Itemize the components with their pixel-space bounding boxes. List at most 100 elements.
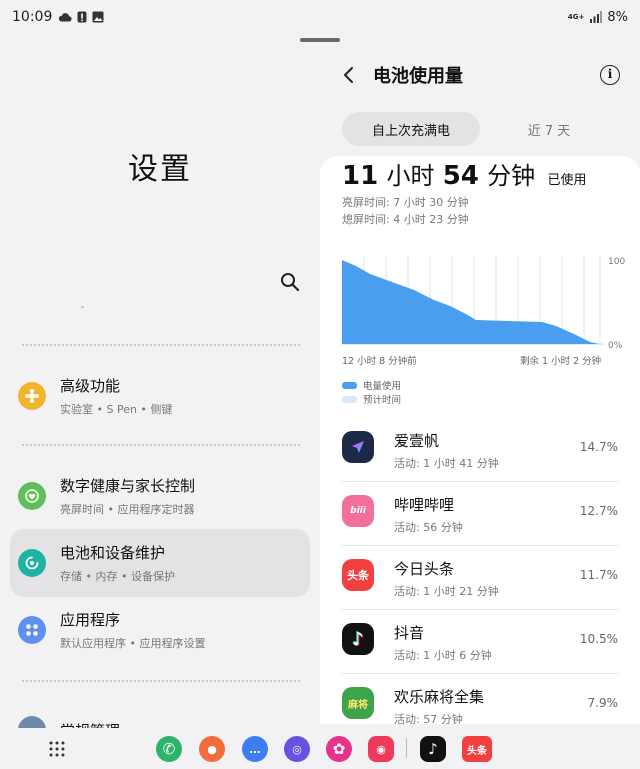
- info-button[interactable]: i: [600, 65, 620, 85]
- status-bar: 10:09 4G+ 8%: [0, 0, 640, 34]
- chart-x-end: 剩余 1 小时 2 分钟: [520, 356, 602, 367]
- legend-used: 电量使用: [342, 378, 401, 392]
- app-percent: 11.7%: [579, 568, 618, 582]
- settings-item-digital-wellbeing[interactable]: 数字健康与家长控制 亮屏时间 • 应用程序定时器: [10, 462, 310, 530]
- battery-used-area: [342, 260, 600, 344]
- back-button[interactable]: [342, 62, 358, 88]
- gallery-icon: [92, 11, 104, 23]
- grid-icon: [49, 741, 65, 757]
- battery-level-chart: 100 0%: [342, 256, 625, 351]
- legend-swatch: [342, 381, 357, 389]
- settings-item-subtitle: 存储 • 内存 • 设备保护: [60, 570, 175, 583]
- contacts-icon[interactable]: ●: [199, 736, 225, 762]
- app-percent: 14.7%: [579, 440, 618, 454]
- app-usage-row[interactable]: 麻将 欢乐麻将全集 活动: 57 分钟 7.9%: [342, 674, 618, 724]
- settings-item-label: 常规管理: [60, 720, 120, 729]
- settings-item-subtitle: 实验室 • S Pen • 侧键: [60, 403, 173, 416]
- app-activity: 活动: 57 分钟: [394, 713, 463, 724]
- tab-last-7-days[interactable]: 近 7 天: [480, 112, 618, 146]
- toutiao-icon[interactable]: 头条: [462, 736, 492, 762]
- settings-item-general-management[interactable]: 常规管理: [10, 696, 310, 728]
- puzzle-gear-icon: [18, 382, 46, 410]
- settings-item-battery-device-care[interactable]: 电池和设备维护 存储 • 内存 • 设备保护: [10, 529, 310, 597]
- app-toutiao-icon: 头条: [342, 559, 374, 591]
- app-name: 哔哩哔哩: [394, 496, 455, 514]
- legend-estimated: 预计时间: [342, 392, 401, 406]
- chart-x-start: 12 小时 8 分钟前: [342, 356, 417, 367]
- usage-minutes-unit: 分钟: [487, 162, 536, 190]
- settings-item-advanced-features[interactable]: 高级功能 实验室 • S Pen • 侧键: [10, 362, 310, 430]
- divider: [22, 444, 300, 446]
- app-activity: 活动: 56 分钟: [394, 521, 463, 534]
- app-name: 抖音: [394, 624, 425, 642]
- wellbeing-heart-icon: [18, 482, 46, 510]
- usage-hours-unit: 小时: [386, 162, 435, 190]
- legend-label: 电量使用: [363, 381, 402, 392]
- phone-icon[interactable]: ✆: [156, 736, 182, 762]
- device-care-icon: [18, 549, 46, 577]
- page-title: 设置: [128, 152, 192, 187]
- period-tabs: 自上次充满电 近 7 天: [342, 112, 618, 146]
- header: 电池使用量 i: [320, 62, 640, 88]
- search-icon: [281, 273, 300, 292]
- app-name: 欢乐麻将全集: [394, 688, 485, 706]
- chart-y-max: 100: [608, 257, 625, 267]
- battery-usage-panel: 电池使用量 i 自上次充满电 近 7 天 11 小时 54 分钟 已使用 亮屏时…: [320, 48, 640, 724]
- usage-hours: 11: [342, 161, 379, 191]
- app-activity: 活动: 1 小时 41 分钟: [394, 457, 499, 470]
- page-title: 电池使用量: [373, 66, 463, 87]
- camera-icon[interactable]: ◉: [368, 736, 394, 762]
- network-type: 4G+: [567, 12, 585, 21]
- dock-separator: [406, 738, 407, 758]
- status-system-icons: 4G+ 8%: [568, 10, 628, 25]
- settings-item-subtitle: 默认应用程序 • 应用程序设置: [60, 637, 206, 650]
- info-icon: i: [607, 67, 613, 81]
- app-activity: 活动: 1 小时 6 分钟: [394, 649, 492, 662]
- app-percent: 10.5%: [579, 632, 618, 646]
- settings-item-label: 应用程序: [60, 611, 121, 629]
- battery-level: 8%: [607, 9, 628, 25]
- internet-icon[interactable]: ◎: [284, 736, 310, 762]
- app-name: 今日头条: [394, 560, 455, 578]
- legend-swatch: [342, 395, 357, 403]
- cloud-icon: [59, 13, 72, 22]
- search-button[interactable]: [278, 270, 302, 294]
- settings-item-label: 高级功能: [60, 377, 121, 395]
- tab-since-last-charge[interactable]: 自上次充满电: [342, 112, 480, 146]
- divider: [22, 344, 300, 346]
- status-notification-icons: [58, 11, 104, 23]
- app-usage-row[interactable]: 爱壹帆 活动: 1 小时 41 分钟 14.7%: [342, 418, 618, 482]
- app-usage-row[interactable]: 头条 今日头条 活动: 1 小时 21 分钟 11.7%: [342, 546, 618, 610]
- screen-off-time: 熄屏时间: 4 小时 23 分钟: [342, 213, 469, 226]
- app-iyifan-icon: [342, 431, 374, 463]
- split-view-handle[interactable]: [300, 38, 340, 42]
- alert-icon: [77, 11, 87, 23]
- app-usage-row[interactable]: ♪ 抖音 活动: 1 小时 6 分钟 10.5%: [342, 610, 618, 674]
- usage-used-label: 已使用: [547, 173, 587, 188]
- usage-minutes: 54: [442, 161, 479, 191]
- app-douyin-icon: ♪: [342, 623, 374, 655]
- douyin-icon[interactable]: ♪: [420, 736, 446, 762]
- legend-label: 预计时间: [363, 395, 402, 406]
- app-percent: 12.7%: [579, 504, 618, 518]
- app-bilibili-icon: bili: [342, 495, 374, 527]
- screen-on-time: 亮屏时间: 7 小时 30 分钟: [342, 196, 469, 209]
- settings-item-label: 电池和设备维护: [60, 544, 166, 562]
- messages-icon[interactable]: …: [242, 736, 268, 762]
- app-name: 爱壹帆: [394, 432, 440, 450]
- settings-item-subtitle: 亮屏时间 • 应用程序定时器: [60, 503, 195, 516]
- taskbar: ✆ ● … ◎ ✿ ◉ ♪ 头条: [0, 728, 640, 769]
- chart-y-min: 0%: [608, 341, 623, 351]
- app-percent: 7.9%: [587, 696, 619, 710]
- app-drawer-button[interactable]: [46, 738, 68, 760]
- status-time: 10:09: [12, 9, 53, 25]
- sliders-icon: [18, 716, 46, 728]
- blossom-icon[interactable]: ✿: [326, 736, 352, 762]
- settings-item-apps[interactable]: 应用程序 默认应用程序 • 应用程序设置: [10, 596, 310, 664]
- scroll-remnant: ˇ: [80, 306, 85, 317]
- apps-grid-icon: [18, 616, 46, 644]
- app-usage-row[interactable]: bili 哔哩哔哩 活动: 56 分钟 12.7%: [342, 482, 618, 546]
- app-mahjong-icon: 麻将: [342, 687, 374, 719]
- settings-panel: 设置 ˇ 高级功能 实验室 • S Pen • 侧键 数字健康与家长控制 亮屏时…: [0, 48, 320, 728]
- app-activity: 活动: 1 小时 21 分钟: [394, 585, 499, 598]
